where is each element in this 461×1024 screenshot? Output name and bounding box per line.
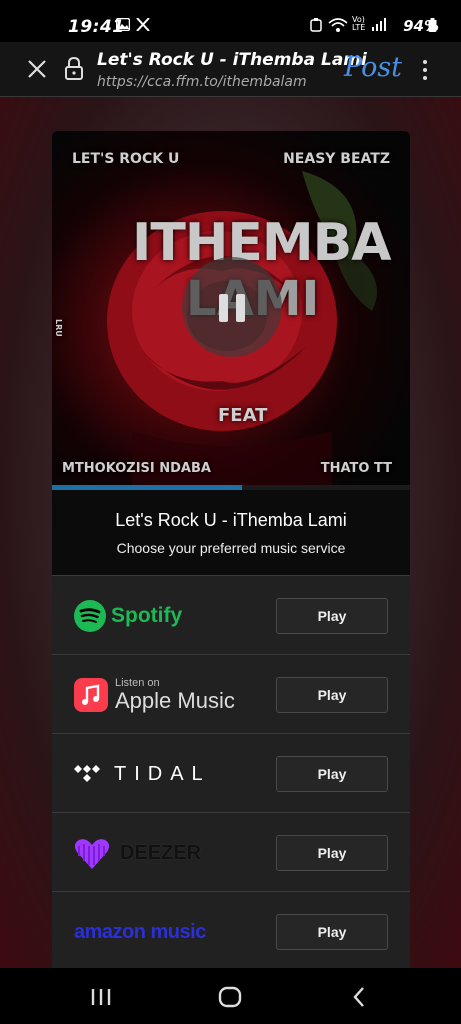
recent-apps-icon[interactable] (86, 982, 116, 1012)
service-row-apple-music: Listen on Apple Music Play (52, 654, 410, 733)
cover-side-text: LRU (54, 319, 63, 337)
play-button-tidal[interactable]: Play (276, 756, 388, 792)
browser-toolbar: Let's Rock U - iThemba Lami https://cca.… (0, 42, 461, 97)
status-bar: 19:41 Vo) LTE 94% (0, 0, 461, 42)
deezer-heart-icon (74, 839, 110, 869)
page-title: Let's Rock U - iThemba Lami (97, 50, 367, 70)
cover-producer: NEASY BEATZ (283, 151, 390, 167)
album-cover: LET'S ROCK U NEASY BEATZ ITHEMBA LAMI FE… (52, 131, 410, 485)
close-icon[interactable] (24, 56, 50, 82)
deezer-label: DEEZER (120, 841, 202, 864)
cover-feat: FEAT (218, 405, 268, 426)
post-button[interactable]: Post (344, 52, 402, 83)
lock-icon[interactable] (63, 56, 85, 82)
cover-featured-artist-1: MTHOKOZISI NDABA (62, 461, 211, 476)
apple-music-label: Apple Music (115, 688, 235, 713)
play-button-spotify[interactable]: Play (276, 598, 388, 634)
apple-music-logo: Listen on Apple Music (74, 677, 235, 713)
battery-icon (428, 18, 437, 36)
pause-button[interactable] (182, 257, 282, 357)
volte-icon: Vo) LTE (352, 15, 366, 32)
track-subtitle: Choose your preferred music service (116, 540, 346, 556)
spotify-label: Spotify (111, 604, 183, 627)
spotify-icon (74, 600, 106, 632)
spotify-logo: Spotify (74, 598, 182, 634)
more-options-icon[interactable] (416, 56, 434, 84)
home-icon[interactable] (215, 982, 245, 1012)
signal-icon (372, 18, 386, 35)
tidal-logo: TIDAL (74, 756, 211, 792)
x-logo-icon (136, 17, 150, 35)
back-icon[interactable] (345, 982, 375, 1012)
service-list: Spotify Play Listen on Apple Music Play … (52, 575, 410, 968)
cover-title-line1: ITHEMBA (132, 213, 391, 273)
service-row-tidal: TIDAL Play (52, 733, 410, 812)
play-button-deezer[interactable]: Play (276, 835, 388, 871)
track-title: Let's Rock U - iThemba Lami (115, 510, 347, 530)
wifi-icon (328, 18, 348, 36)
apple-music-icon (74, 678, 108, 712)
tidal-icon (74, 765, 100, 782)
alarm-icon (310, 18, 322, 36)
page-url[interactable]: https://cca.ffm.to/ithembalam (97, 74, 307, 90)
cover-featured-artist-2: THATO TT (320, 461, 392, 476)
cover-artist: LET'S ROCK U (72, 151, 180, 167)
play-button-amazon-music[interactable]: Play (276, 914, 388, 950)
music-card: LET'S ROCK U NEASY BEATZ ITHEMBA LAMI FE… (52, 131, 410, 968)
deezer-logo: DEEZER (74, 835, 201, 871)
service-row-spotify: Spotify Play (52, 575, 410, 654)
system-nav-bar (0, 968, 461, 1024)
amazon-music-label: amazon music (74, 920, 206, 943)
service-row-deezer: DEEZER Play (52, 812, 410, 891)
amazon-music-logo: amazon music (74, 914, 206, 950)
gallery-icon (115, 17, 131, 35)
service-row-amazon-music: amazon music Play (52, 891, 410, 968)
tidal-label: TIDAL (114, 762, 211, 785)
play-button-apple-music[interactable]: Play (276, 677, 388, 713)
track-info: Let's Rock U - iThemba Lami Choose your … (52, 490, 410, 575)
